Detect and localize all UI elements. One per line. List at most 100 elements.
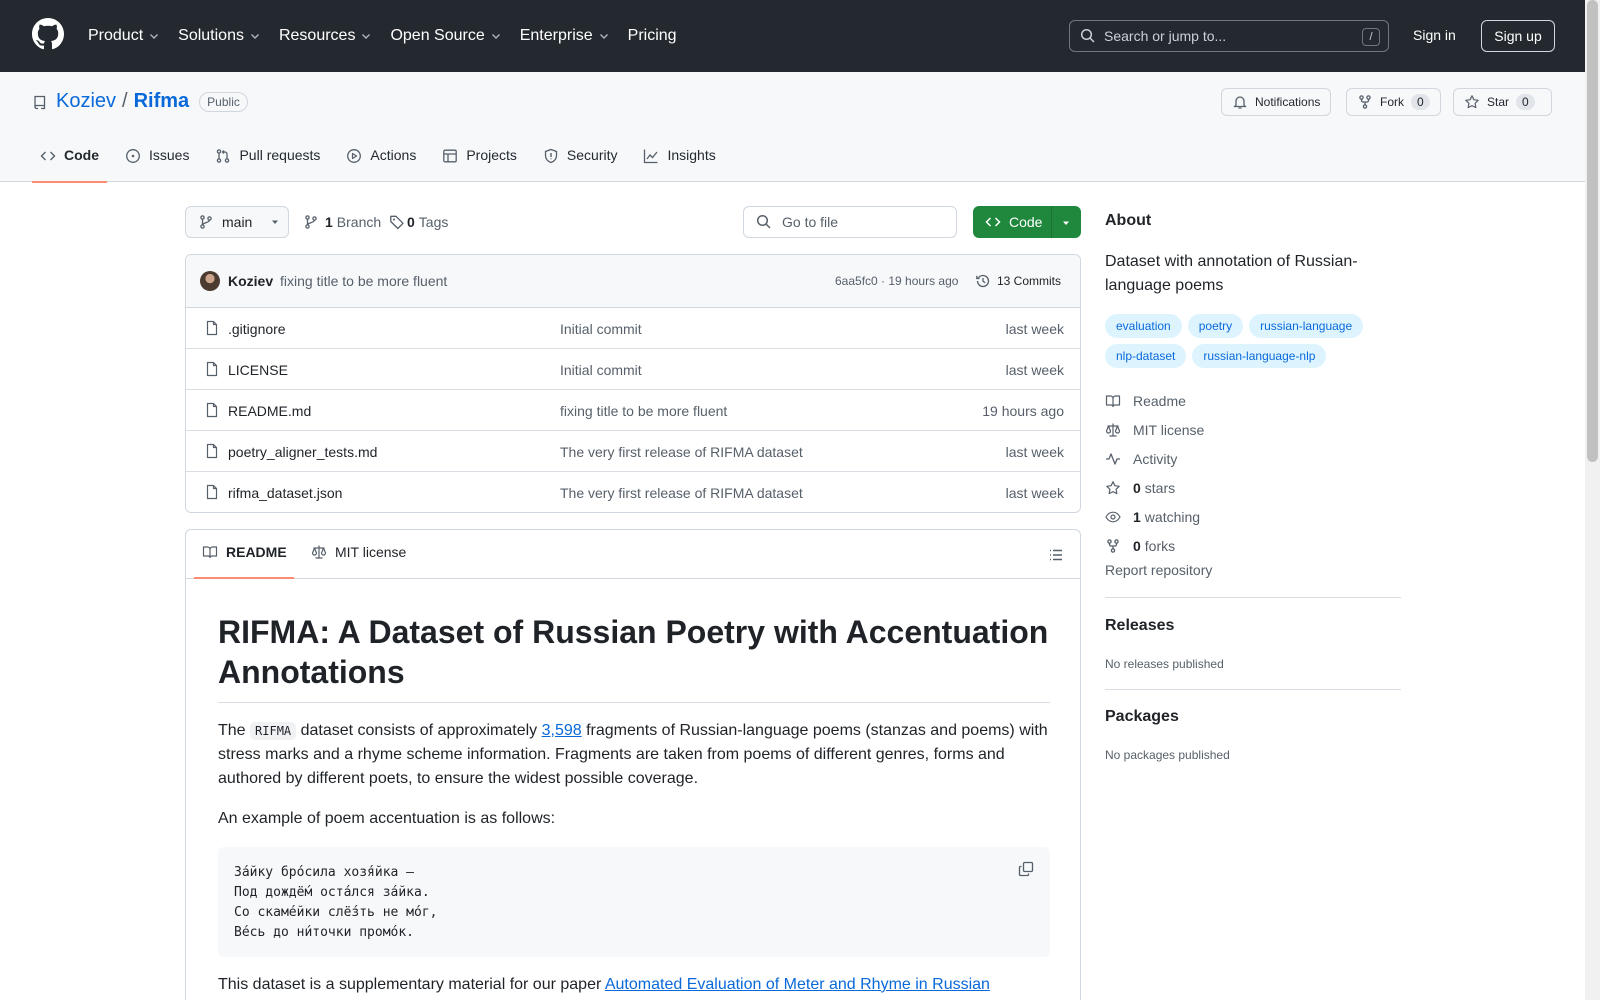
branches-link[interactable]: 1 Branch [303,214,381,230]
scrollbar-thumb[interactable] [1587,0,1598,462]
branch-count: 1 [325,214,333,230]
github-logo-icon[interactable] [32,18,64,50]
activity-link[interactable]: Activity [1105,444,1204,473]
packages-heading[interactable]: Packages [1105,708,1179,726]
nav-product[interactable]: Product [88,24,160,48]
stars-link[interactable]: 0 stars [1105,473,1204,502]
commit-hash-time[interactable]: 6aa5fc0 · 19 hours ago [835,274,958,288]
readme-link[interactable]: Readme [1105,386,1204,415]
code-icon [985,217,1001,227]
button-divider [1051,206,1052,238]
repo-icon [34,95,46,109]
forks-link[interactable]: 0 forks [1105,531,1204,560]
nav-open-source[interactable]: Open Source [390,24,501,48]
commits-history-link[interactable]: 13 Commits [975,273,1061,289]
file-row[interactable]: LICENSE Initial commit last week [186,349,1080,390]
file-name-link[interactable]: poetry_aligner_tests.md [228,444,377,460]
file-commit-message[interactable]: The very first release of RIFMA dataset [560,485,803,501]
tag-count-label: Tags [418,214,449,230]
file-name-link[interactable]: .gitignore [228,321,286,337]
tab-issues[interactable]: Issues [117,142,197,182]
commit-message-link[interactable]: fixing title to be more fluent [280,273,447,289]
tag-icon [390,215,404,230]
topic-tag[interactable]: russian-language-nlp [1192,344,1327,368]
fork-button[interactable]: Fork 0 [1346,88,1441,116]
file-row[interactable]: rifma_dataset.json The very first releas… [186,472,1080,512]
tab-license[interactable]: MIT license [311,544,406,560]
file-commit-message[interactable]: The very first release of RIFMA dataset [560,444,803,460]
link-label: Readme [1133,392,1186,409]
file-commit-message[interactable]: Initial commit [560,321,642,337]
star-button[interactable]: Star 0 [1453,88,1552,116]
tab-actions[interactable]: Actions [338,142,424,182]
link-label: stars [1144,479,1176,496]
watchers-link[interactable]: 1 watching [1105,502,1204,531]
releases-heading[interactable]: Releases [1105,617,1174,635]
topic-tag[interactable]: nlp-dataset [1105,344,1187,368]
file-commit-message[interactable]: fixing title to be more fluent [560,403,727,419]
topic-tag[interactable]: russian-language [1249,314,1364,338]
go-to-file-input[interactable]: Go to file [743,206,957,238]
global-search-input[interactable]: Search or jump to... / [1069,20,1389,52]
nav-label: Open Source [390,27,485,44]
paper-link[interactable]: Automated Evaluation of Meter and Rhyme … [605,976,990,993]
nav-label: Pricing [627,27,677,44]
top-navigation: Product Solutions Resources Open Source … [88,24,695,48]
repo-name-link[interactable]: Rifma [134,90,190,113]
code-download-button[interactable]: Code [973,206,1081,238]
code-icon [40,151,56,161]
commit-author-link[interactable]: Koziev [228,273,273,289]
report-repository-link[interactable]: Report repository [1105,562,1212,578]
topic-tag[interactable]: evaluation [1105,314,1182,338]
file-commit-date: last week [1005,485,1064,501]
file-row[interactable]: .gitignore Initial commit last week [186,308,1080,349]
star-icon [1106,480,1120,494]
nav-resources[interactable]: Resources [279,24,372,48]
sign-up-button[interactable]: Sign up [1481,20,1555,52]
branch-name: main [222,214,253,230]
caret-down-icon [272,220,279,224]
nav-solutions[interactable]: Solutions [178,24,261,48]
topic-tag[interactable]: poetry [1187,314,1244,338]
tab-insights[interactable]: Insights [635,142,723,182]
chevron-down-icon [491,34,500,39]
file-name-link[interactable]: README.md [228,403,311,419]
tab-label: Code [64,147,99,163]
repo-owner-link[interactable]: Koziev [56,90,116,113]
readme-title: RIFMA: A Dataset of Russian Poetry with … [218,612,1050,703]
license-link[interactable]: MIT license [1105,415,1204,444]
file-row[interactable]: poetry_aligner_tests.md The very first r… [186,431,1080,472]
latest-commit-bar: Koziev fixing title to be more fluent 6a… [186,255,1080,308]
tab-label: Actions [370,147,417,163]
tab-readme[interactable]: README [202,544,287,560]
nav-pricing[interactable]: Pricing [628,24,677,48]
nav-enterprise[interactable]: Enterprise [520,24,610,48]
tab-code[interactable]: Code [32,142,107,183]
file-row[interactable]: README.md fixing title to be more fluent… [186,390,1080,431]
notifications-button[interactable]: Notifications [1221,88,1332,116]
shield-icon [544,148,558,164]
readme-content: RIFMA: A Dataset of Russian Poetry with … [218,612,1050,997]
fork-icon [1107,538,1119,553]
branch-count-label: Branch [336,214,382,230]
avatar[interactable] [200,271,220,291]
dataset-count-link[interactable]: 3,598 [542,722,582,739]
branch-select-button[interactable]: main [185,206,289,238]
fork-label: Fork [1380,95,1404,109]
commit-count-label: 13 Commits [997,274,1062,288]
list-outline-icon[interactable] [1048,547,1064,563]
file-name-link[interactable]: LICENSE [228,362,288,378]
sign-in-link[interactable]: Sign in [1413,27,1456,43]
tab-security[interactable]: Security [535,142,626,182]
page-scrollbar[interactable] [1585,0,1600,1000]
tab-projects[interactable]: Projects [434,142,525,182]
copy-icon[interactable] [1018,861,1034,877]
nav-label: Resources [278,27,356,44]
history-icon [976,274,990,288]
visibility-badge: Public [199,91,248,112]
tab-pull-requests[interactable]: Pull requests [207,142,328,182]
file-name-link[interactable]: rifma_dataset.json [228,485,342,501]
tags-link[interactable]: 0 Tags [389,214,448,230]
law-icon [311,545,327,559]
file-commit-message[interactable]: Initial commit [560,362,642,378]
